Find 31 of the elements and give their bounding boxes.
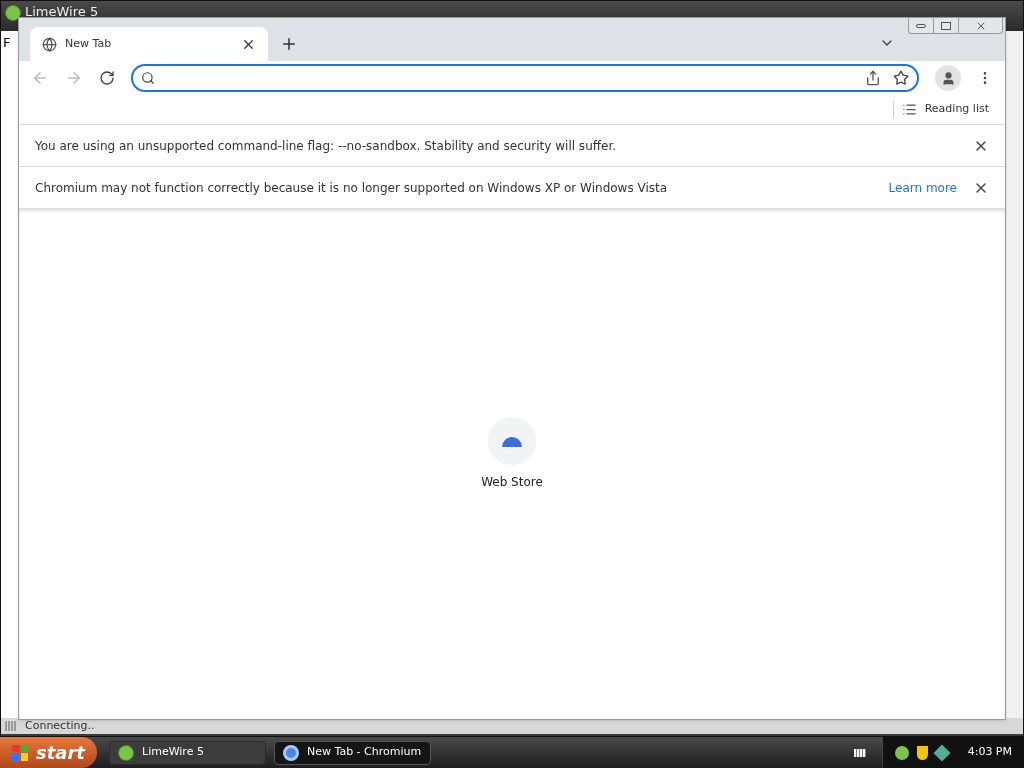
- status-text: Connecting..: [25, 717, 95, 734]
- shield-icon[interactable]: [916, 745, 928, 760]
- profile-avatar[interactable]: [935, 65, 961, 91]
- share-icon[interactable]: [865, 70, 881, 86]
- limewire-icon: [118, 744, 134, 761]
- chromium-icon: [283, 744, 299, 761]
- taskbar-button[interactable]: New Tab - Chromium: [274, 740, 431, 765]
- globe-icon: [42, 36, 57, 52]
- search-icon: [141, 71, 155, 85]
- store-icon: [502, 435, 522, 447]
- reading-list-button[interactable]: Reading list: [901, 101, 989, 118]
- infobar-message: Chromium may not function correctly because it is no longer supported on Windows XP or Windows Vista: [35, 179, 669, 197]
- taskbar-button[interactable]: LimeWire 5: [109, 740, 266, 765]
- signal-icon: [5, 721, 17, 731]
- address-bar[interactable]: [131, 64, 919, 92]
- new-tab-icon[interactable]: [280, 35, 298, 53]
- clock: 4:03 PM: [967, 744, 1012, 761]
- browser-tab[interactable]: New Tab: [30, 27, 268, 61]
- shortcut-label: Web Store: [481, 474, 543, 491]
- tab-title: New Tab: [65, 35, 113, 52]
- reload-icon[interactable]: [99, 70, 115, 86]
- infobar-message: You are using an unsupported command-line flag: --no-sandbox. Stability and security will suffer.: [35, 137, 618, 155]
- learn-more-link[interactable]: Learn more: [888, 178, 957, 197]
- menu-item[interactable]: F: [1, 31, 19, 53]
- list-icon: [901, 102, 917, 117]
- limewire-icon[interactable]: [894, 745, 909, 760]
- limewire-icon: [5, 5, 21, 21]
- star-icon[interactable]: [893, 70, 909, 86]
- window-title: LimeWire 5: [25, 5, 99, 19]
- start-button[interactable]: start: [0, 737, 97, 768]
- shortcut-tile[interactable]: [488, 417, 536, 465]
